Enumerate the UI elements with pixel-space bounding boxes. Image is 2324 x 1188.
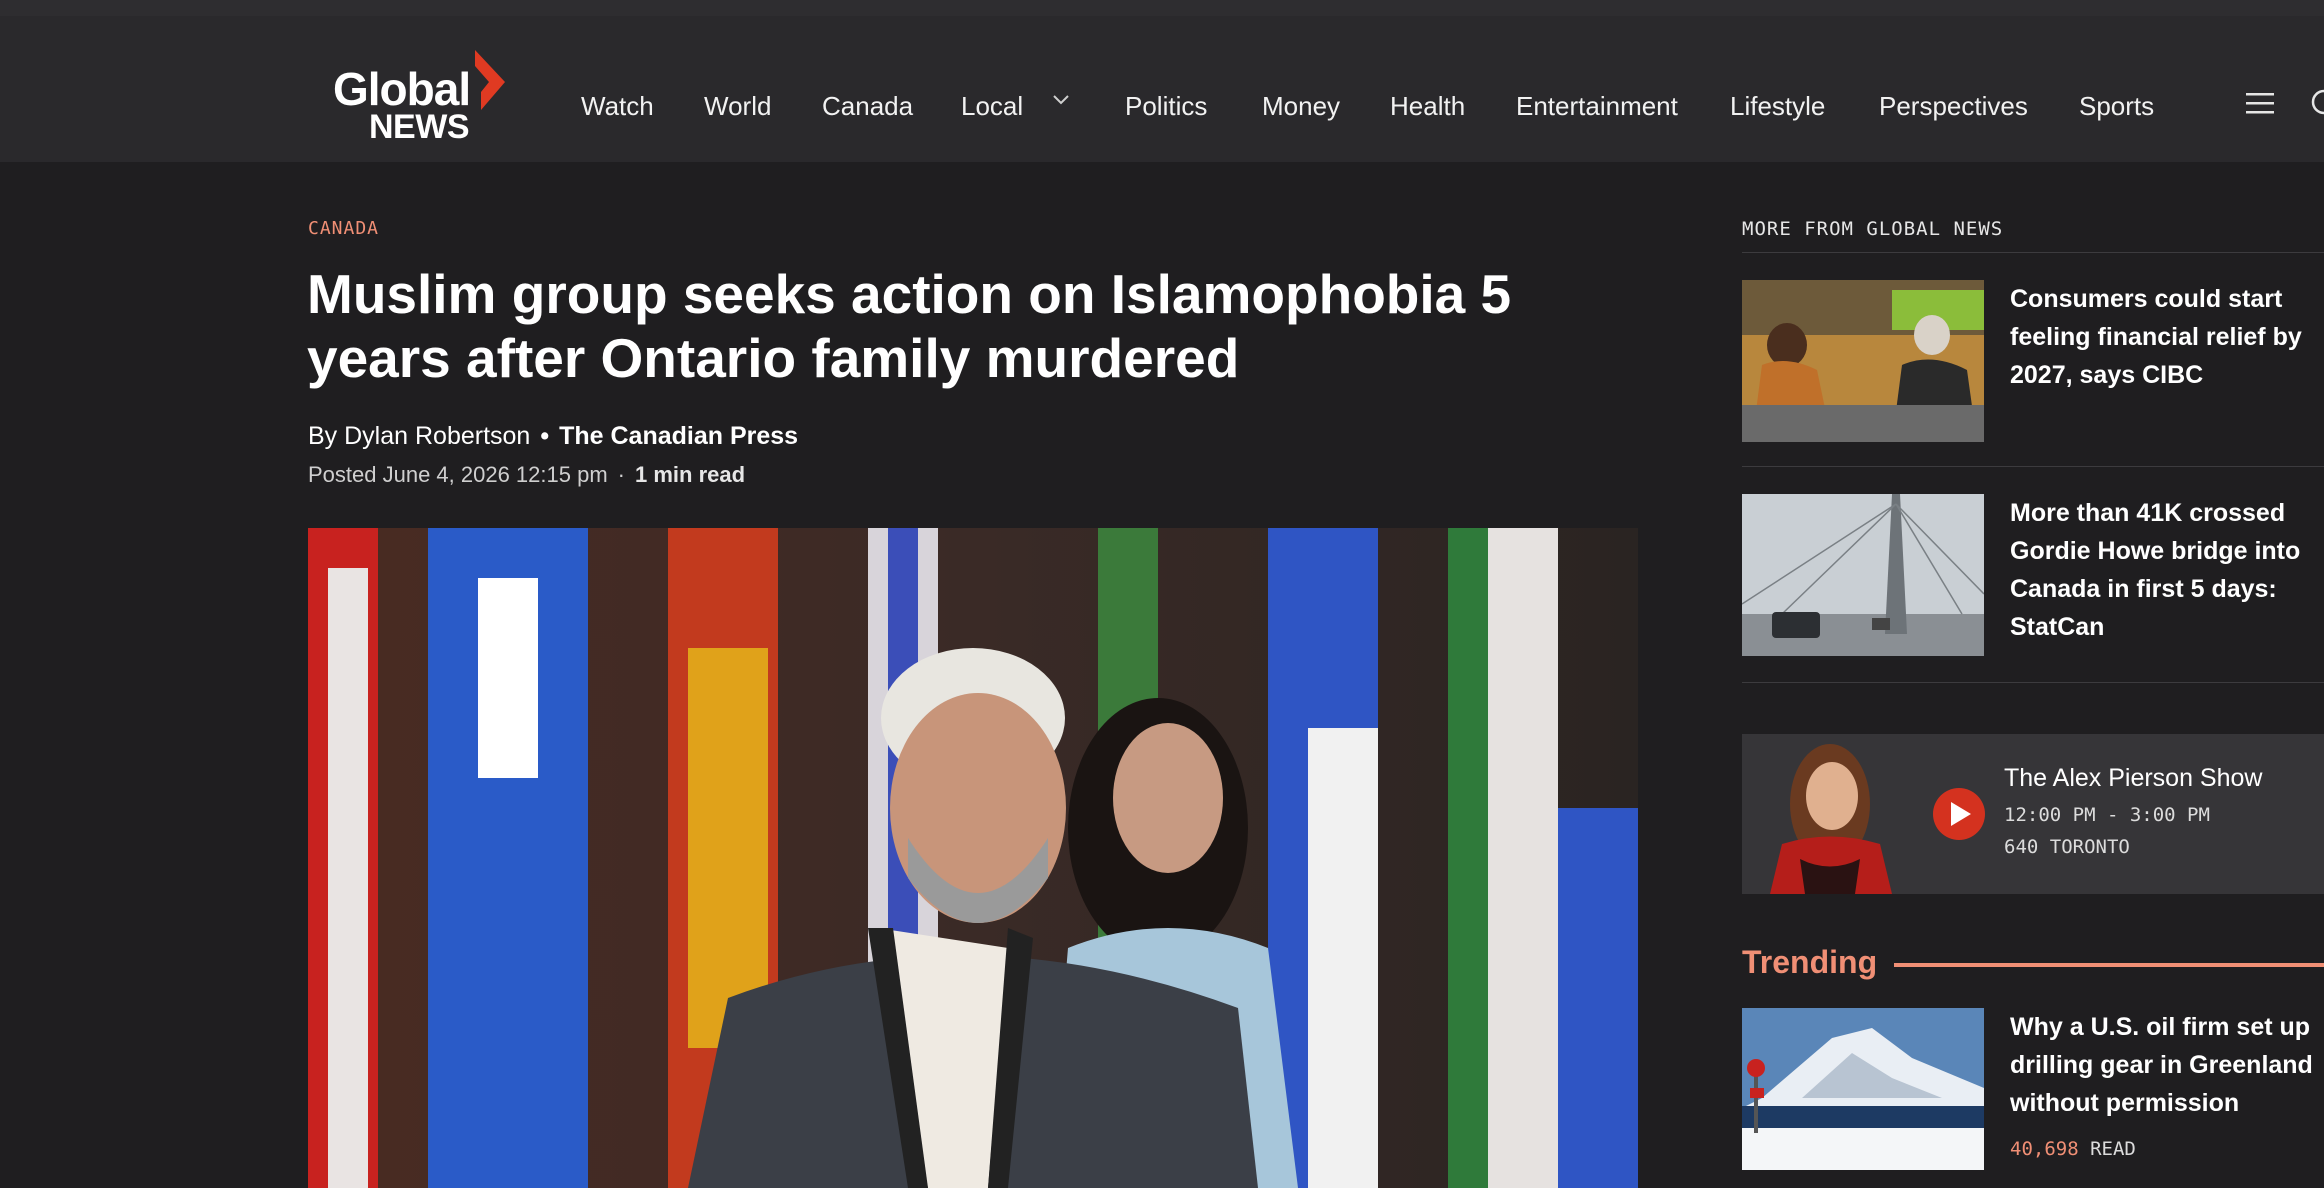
story-thumbnail-greenland[interactable] (1742, 1008, 1984, 1170)
nav-perspectives[interactable]: Perspectives (1879, 90, 2028, 122)
sidebar-divider (1742, 466, 2324, 467)
radio-station: 640 TORONTO (2004, 836, 2130, 858)
menu-icon[interactable] (2246, 92, 2274, 114)
posted-date: Posted June 4, 2026 12:15 pm (308, 462, 608, 487)
story-thumbnail-bridge[interactable] (1742, 494, 1984, 656)
logo-text-news: NEWS (369, 108, 470, 146)
read-count-label: READ (2090, 1138, 2136, 1160)
nav-health[interactable]: Health (1390, 90, 1465, 122)
trending-read-count: 40,698 READ (2010, 1138, 2136, 1160)
search-icon[interactable] (2308, 88, 2324, 120)
article-category[interactable]: CANADA (308, 218, 379, 239)
trending-story-headline[interactable]: Why a U.S. oil firm set up drilling gear… (2010, 1008, 2320, 1122)
logo-text-global: Global (333, 63, 471, 115)
read-time: 1 min read (635, 462, 746, 487)
radio-show-name: The Alex Pierson Show (2004, 764, 2263, 792)
grocery-photo (1742, 280, 1984, 442)
nav-watch[interactable]: Watch (581, 90, 654, 122)
more-from-title: MORE FROM GLOBAL NEWS (1742, 218, 2004, 240)
source-name: The Canadian Press (559, 422, 799, 450)
byline-dot: • (540, 422, 550, 450)
article-headline: Muslim group seeks action on Islamophobi… (307, 263, 1512, 389)
radio-host-photo (1770, 744, 1892, 894)
nav-local[interactable]: Local (961, 90, 1023, 122)
nav-entertainment[interactable]: Entertainment (1516, 90, 1678, 122)
chevron-down-icon[interactable] (1052, 94, 1070, 106)
radio-player[interactable]: The Alex Pierson Show 12:00 PM - 3:00 PM… (1742, 734, 2324, 894)
nav-sports[interactable]: Sports (2079, 90, 2154, 122)
trending-title: Trending (1742, 944, 1878, 980)
global-news-logo[interactable]: Global NEWS (333, 50, 505, 146)
top-strip (0, 0, 2324, 16)
story-headline-consumers[interactable]: Consumers could start feeling financial … (2010, 280, 2320, 394)
play-button[interactable] (1933, 788, 1985, 840)
nav-politics[interactable]: Politics (1125, 90, 1207, 122)
byline: By Dylan Robertson • The Canadian Press (308, 422, 798, 451)
hero-image[interactable] (308, 528, 1638, 1188)
nav-world[interactable]: World (704, 90, 771, 122)
radio-show-time: 12:00 PM - 3:00 PM (2004, 804, 2210, 826)
play-icon (1951, 802, 1971, 826)
trending-rule (1894, 963, 2324, 967)
sidebar-divider (1742, 252, 2324, 253)
nav-canada[interactable]: Canada (822, 90, 913, 122)
article-meta: Posted June 4, 2026 12:15 pm · 1 min read (308, 462, 745, 488)
logo-arrow-icon (475, 50, 505, 110)
hero-photo-illustration (308, 528, 1638, 1188)
story-thumbnail-consumers[interactable] (1742, 280, 1984, 442)
meta-separator: · (617, 462, 625, 487)
sidebar-divider (1742, 682, 2324, 683)
greenland-photo (1742, 1008, 1984, 1170)
site-header: Global NEWS Watch World Canada Local Pol… (0, 16, 2324, 162)
nav-lifestyle[interactable]: Lifestyle (1730, 90, 1825, 122)
nav-money[interactable]: Money (1262, 90, 1340, 122)
read-count-number: 40,698 (2010, 1138, 2079, 1160)
bridge-photo (1742, 494, 1984, 656)
author-name[interactable]: By Dylan Robertson (308, 422, 530, 450)
story-headline-bridge[interactable]: More than 41K crossed Gordie Howe bridge… (2010, 494, 2320, 646)
